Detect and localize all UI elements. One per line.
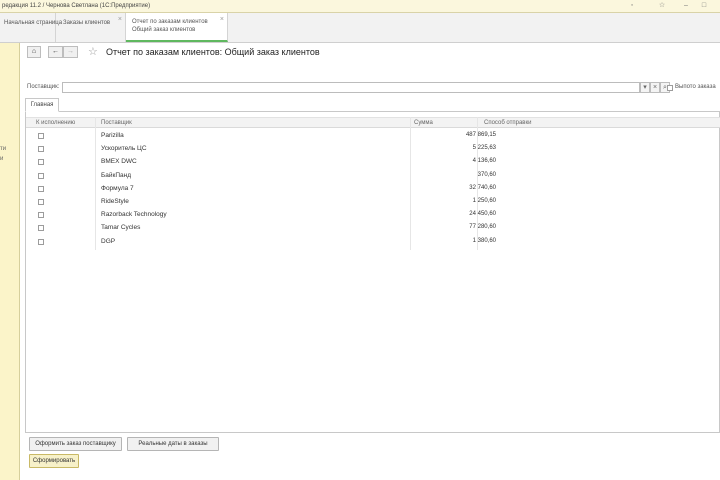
tab-home-page[interactable]: Начальная страница — [0, 13, 62, 42]
show-orders-checkbox[interactable] — [667, 85, 673, 91]
sum-cell: 370,60 — [477, 171, 496, 178]
table-row[interactable]: БайкПанд 370,60 — [26, 170, 720, 183]
table-row[interactable]: DGP 1 380,60 — [26, 236, 720, 249]
table-row[interactable]: BMEX DWC 4 136,60 — [26, 156, 720, 169]
tab-order-report[interactable]: Отчет по заказам клиентов Общий заказ кл… — [126, 13, 228, 42]
show-orders-label: Выпото заказа — [675, 84, 716, 90]
table-row[interactable]: Razorback Technology 24 450,60 — [26, 209, 720, 222]
tab-label-line1: Отчет по заказам клиентов — [132, 19, 208, 25]
page-title: Отчет по заказам клиентов: Общий заказ к… — [106, 47, 320, 57]
execute-checkbox[interactable] — [38, 146, 44, 153]
table-row[interactable]: Ускоритель ЦС 5 225,63 — [26, 143, 720, 156]
window-title: редакция 11.2 / Чернова Светлана (1С:Пре… — [2, 3, 151, 9]
home-icon: ⌂ — [31, 48, 37, 55]
supplier-cell: DGP — [101, 237, 116, 245]
table-row[interactable]: Parizilla 487 869,15 — [26, 130, 720, 143]
notifications-icon[interactable]: ◦ — [628, 2, 636, 10]
sum-cell: 24 450,60 — [469, 211, 496, 218]
maximize-icon[interactable]: □ — [700, 2, 708, 10]
execute-checkbox[interactable] — [38, 212, 44, 219]
back-button[interactable]: ← — [48, 46, 63, 58]
generate-button[interactable]: Сформировать — [29, 454, 79, 468]
supplier-input[interactable] — [62, 82, 640, 93]
sections-panel: ти и — [0, 43, 20, 480]
execute-checkbox[interactable] — [38, 133, 44, 139]
supplier-cell: Формула 7 — [101, 184, 134, 192]
section-label[interactable]: ти и — [0, 144, 6, 164]
supplier-cell: Tamar Cycles — [101, 224, 141, 232]
window-titlebar: редакция 11.2 / Чернова Светлана (1С:Пре… — [0, 0, 720, 13]
star-icon[interactable]: ☆ — [658, 2, 666, 10]
column-header-to-execute[interactable]: К исполнению — [36, 120, 75, 126]
clear-button[interactable]: × — [650, 82, 660, 93]
sum-cell: 32 740,60 — [469, 184, 496, 191]
execute-checkbox[interactable] — [38, 172, 44, 179]
real-dates-button[interactable]: Реальные даты в заказы — [127, 437, 219, 451]
table-header: К исполнению Поставщик Сумма Способ отпр… — [26, 117, 720, 128]
dropdown-button[interactable]: ▾ — [640, 82, 650, 93]
column-header-supplier[interactable]: Поставщик — [101, 120, 132, 126]
column-header-shipping[interactable]: Способ отправки — [484, 120, 531, 126]
tab-customer-orders[interactable]: Заказы клиентов × — [56, 13, 126, 42]
sum-cell: 1 380,60 — [472, 237, 496, 244]
close-icon: × — [652, 84, 658, 91]
supplier-label: Поставщик: — [27, 84, 60, 90]
tab-label: Заказы клиентов — [63, 20, 111, 26]
supplier-cell: Razorback Technology — [101, 211, 167, 219]
close-icon[interactable]: × — [118, 16, 122, 23]
column-header-sum[interactable]: Сумма — [414, 120, 433, 126]
execute-checkbox[interactable] — [38, 225, 44, 232]
execute-checkbox[interactable] — [38, 159, 44, 166]
supplier-cell: Parizilla — [101, 132, 124, 139]
table-row[interactable]: Формула 7 32 740,60 — [26, 183, 720, 196]
sum-cell: 77 280,60 — [469, 224, 496, 231]
execute-checkbox[interactable] — [38, 185, 44, 192]
favorite-star-icon[interactable]: ☆ — [88, 46, 98, 58]
sum-cell: 5 225,63 — [472, 145, 496, 152]
table-row[interactable]: Tamar Cycles 77 280,60 — [26, 222, 720, 235]
sum-cell: 1 250,60 — [472, 198, 496, 204]
tab-main[interactable]: Главная — [25, 98, 59, 112]
chevron-down-icon: ▾ — [643, 84, 647, 91]
place-supplier-order-button[interactable]: Оформить заказ поставщику — [29, 437, 122, 451]
execute-checkbox[interactable] — [38, 199, 44, 205]
sum-cell: 487 869,15 — [465, 132, 496, 138]
table-row[interactable]: RideStyle 1 250,60 — [26, 196, 720, 209]
minimize-icon[interactable]: – — [682, 2, 690, 10]
arrow-left-icon: ← — [52, 48, 59, 55]
open-tabs-bar: Начальная страница Заказы клиентов × Отч… — [0, 13, 720, 43]
forward-button[interactable]: → — [63, 46, 78, 58]
supplier-cell: Ускоритель ЦС — [101, 145, 147, 153]
supplier-cell: БайкПанд — [101, 171, 132, 179]
tab-label-line2: Общий заказ клиентов — [132, 27, 196, 33]
arrow-right-icon: → — [67, 48, 74, 55]
supplier-cell: RideStyle — [101, 198, 129, 205]
sum-cell: 4 136,60 — [472, 158, 496, 165]
execute-checkbox[interactable] — [38, 238, 44, 245]
tab-label: Начальная страница — [4, 20, 63, 26]
home-button[interactable]: ⌂ — [27, 46, 41, 58]
supplier-cell: BMEX DWC — [101, 158, 137, 166]
close-icon[interactable]: × — [220, 16, 224, 23]
